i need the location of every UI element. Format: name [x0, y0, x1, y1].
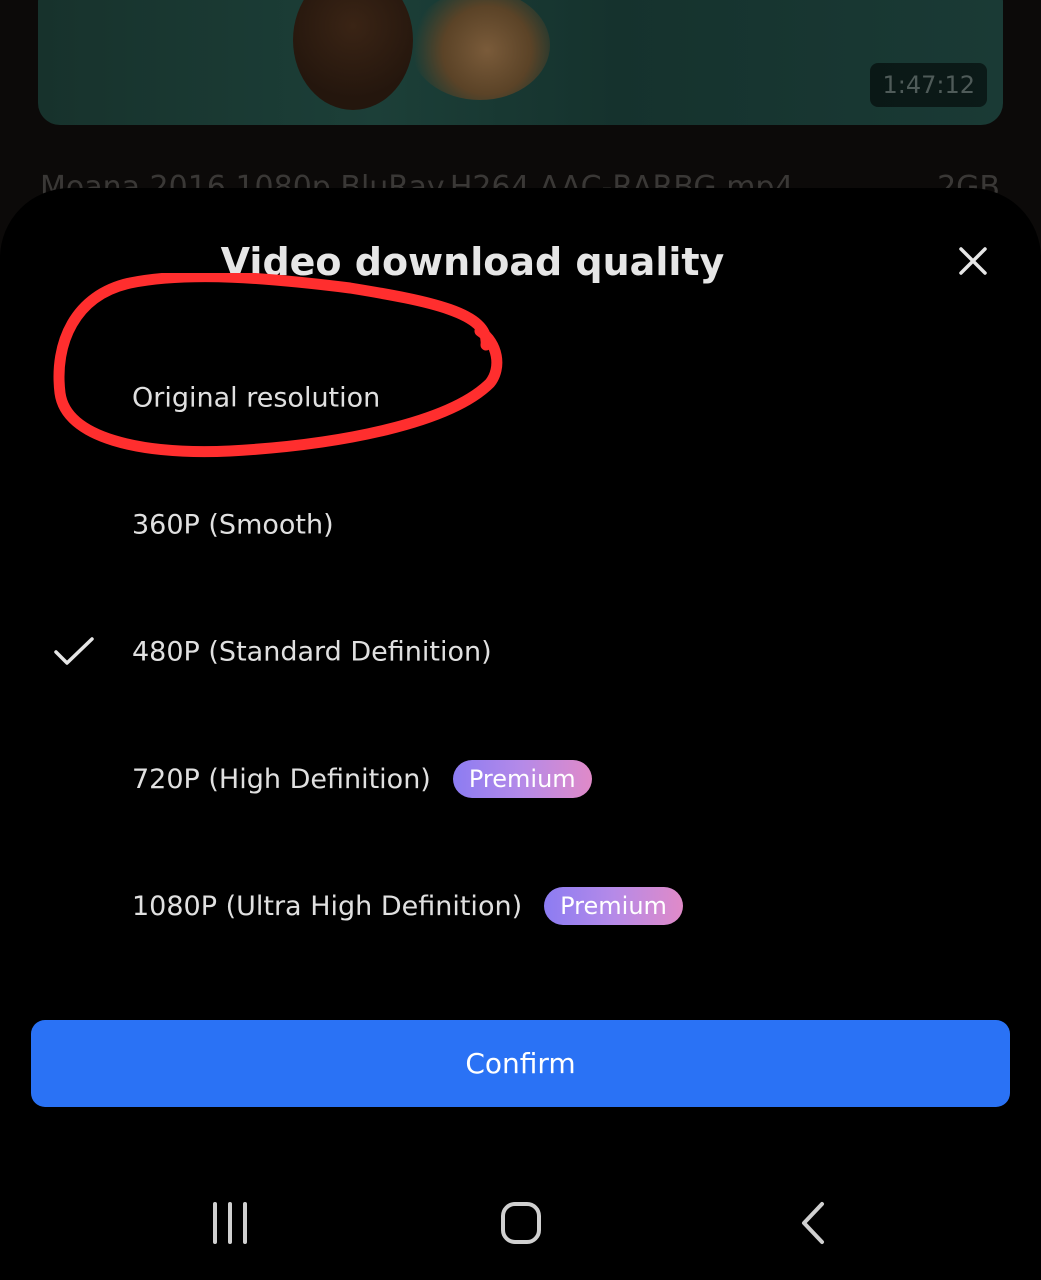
- option-360p[interactable]: 360P (Smooth): [0, 485, 1041, 565]
- download-quality-sheet: Video download quality Original resoluti…: [0, 188, 1041, 1280]
- option-label: 360P (Smooth): [132, 509, 334, 541]
- video-thumbnail[interactable]: 1:47:12: [38, 0, 1003, 125]
- option-label: 1080P (Ultra High Definition): [132, 890, 523, 922]
- back-icon: [802, 1202, 824, 1244]
- option-label: Original resolution: [132, 382, 381, 414]
- option-original-resolution[interactable]: Original resolution: [0, 358, 1041, 438]
- thumbnail-figure: [293, 0, 413, 110]
- thumbnail-figure-hands: [410, 0, 550, 100]
- navigation-bar: [0, 1168, 1041, 1280]
- option-720p[interactable]: 720P (High Definition) Premium: [0, 739, 1041, 819]
- sheet-title: Video download quality: [220, 240, 725, 284]
- video-duration: 1:47:12: [870, 63, 987, 107]
- option-480p[interactable]: 480P (Standard Definition): [0, 612, 1041, 692]
- close-button[interactable]: [950, 238, 996, 284]
- option-label-row: 1080P (Ultra High Definition) Premium: [132, 887, 683, 925]
- premium-badge: Premium: [544, 887, 683, 925]
- back-button[interactable]: [792, 1198, 842, 1248]
- option-1080p[interactable]: 1080P (Ultra High Definition) Premium: [0, 866, 1041, 946]
- recent-apps-button[interactable]: [205, 1198, 255, 1248]
- recent-apps-icon: [213, 1202, 247, 1244]
- close-icon: [959, 247, 987, 275]
- option-label-row: 720P (High Definition) Premium: [132, 760, 592, 798]
- home-icon: [501, 1202, 541, 1244]
- confirm-button[interactable]: Confirm: [31, 1020, 1010, 1107]
- screen: 1:47:12 Moana.2016.1080p.BluRay.H264.AAC…: [0, 0, 1041, 1280]
- option-label: 720P (High Definition): [132, 763, 431, 795]
- checkmark-icon: [54, 637, 94, 665]
- home-button[interactable]: [498, 1198, 548, 1248]
- premium-badge: Premium: [452, 760, 592, 798]
- option-label: 480P (Standard Definition): [132, 636, 492, 668]
